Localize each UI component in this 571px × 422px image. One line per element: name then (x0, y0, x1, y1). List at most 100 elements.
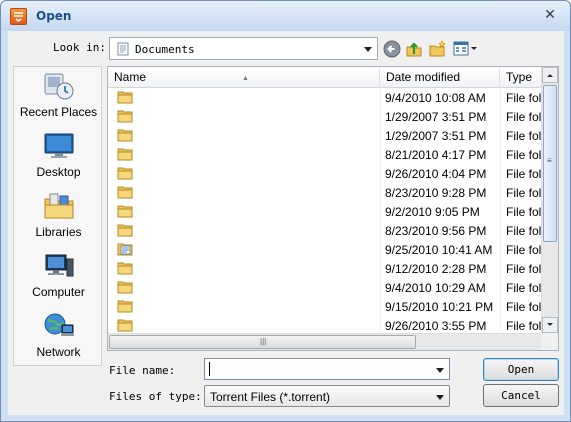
back-icon[interactable] (383, 40, 401, 58)
table-row[interactable]: 9/4/2010 10:08 AM File folder (108, 88, 541, 107)
look-in-label: Look in: (53, 41, 106, 54)
folder-icon (117, 147, 133, 161)
file-name-label: File name: (109, 364, 176, 377)
file-list[interactable]: Name ▲ Date modified Type 9/4/2010 10:08… (107, 66, 559, 351)
desktop-icon (44, 133, 74, 158)
places-bar: Recent Places Desktop Libraries Computer… (13, 66, 102, 366)
sort-ascending-icon: ▲ (242, 75, 249, 82)
scroll-corner (541, 333, 558, 350)
documents-icon (117, 42, 129, 56)
title-bar[interactable]: Open ✕ (1, 1, 570, 31)
column-header-name[interactable]: Name ▲ (108, 67, 380, 88)
type-cell: File folder (506, 110, 541, 124)
folder-icon (117, 128, 133, 142)
table-row[interactable]: 9/26/2010 4:04 PM File folder (108, 164, 541, 183)
place-recent-places[interactable]: Recent Places (14, 67, 103, 125)
type-cell: File folder (506, 167, 541, 181)
computer-icon (45, 254, 74, 277)
date-modified-cell: 8/23/2010 9:28 PM (385, 186, 487, 200)
date-modified-cell: 8/23/2010 9:56 PM (385, 224, 487, 238)
chevron-down-icon[interactable] (436, 395, 444, 400)
place-desktop[interactable]: Desktop (14, 127, 103, 185)
place-computer[interactable]: Computer (14, 247, 103, 305)
file-name-input[interactable] (207, 360, 429, 378)
place-label: Desktop (36, 165, 81, 179)
date-modified-cell: 8/21/2010 4:17 PM (385, 148, 487, 162)
file-name-field[interactable] (204, 358, 450, 380)
folder-icon (117, 318, 133, 332)
app-icon (10, 8, 27, 25)
type-cell: File folder (506, 148, 541, 162)
type-cell: File folder (506, 91, 541, 105)
folder-icon (117, 90, 133, 104)
date-modified-cell: 9/26/2010 4:04 PM (385, 167, 487, 181)
folder-icon (117, 166, 133, 180)
look-in-value: Documents (135, 43, 195, 56)
table-row[interactable]: 9/4/2010 10:29 AM File folder (108, 278, 541, 297)
view-menu-icon[interactable] (453, 40, 479, 58)
type-cell: File folder (506, 262, 541, 276)
network-icon (44, 313, 74, 336)
file-type-value: Torrent Files (*.torrent) (210, 390, 331, 404)
up-folder-icon[interactable] (405, 40, 423, 58)
scroll-up-button[interactable] (542, 67, 558, 83)
type-cell: File folder (506, 319, 541, 333)
table-row[interactable]: 8/21/2010 4:17 PM File folder (108, 145, 541, 164)
date-modified-cell: 9/4/2010 10:29 AM (385, 281, 486, 295)
column-header-type[interactable]: Type (500, 67, 541, 88)
scroll-thumb[interactable]: ||| (109, 335, 416, 349)
date-modified-cell: 9/12/2010 2:28 PM (385, 262, 487, 276)
table-row[interactable]: 1/29/2007 3:51 PM File folder (108, 107, 541, 126)
open-dialog: Open ✕ Look in: Documents Recent Places … (0, 0, 571, 422)
place-libraries[interactable]: Libraries (14, 187, 103, 245)
table-row[interactable]: 9/25/2010 10:41 AM File folder (108, 240, 541, 259)
column-header-row: Name ▲ Date modified Type (108, 67, 541, 88)
folder-icon (117, 280, 133, 294)
type-cell: File folder (506, 186, 541, 200)
folder-icon (117, 185, 133, 199)
open-button[interactable]: Open (483, 358, 559, 381)
date-modified-cell: 9/26/2010 3:55 PM (385, 319, 487, 333)
cancel-button[interactable]: Cancel (483, 384, 559, 407)
scroll-down-button[interactable] (542, 317, 558, 333)
table-row[interactable]: 1/29/2007 3:51 PM File folder (108, 126, 541, 145)
horizontal-scrollbar[interactable]: ||| (108, 333, 541, 350)
date-modified-cell: 1/29/2007 3:51 PM (385, 110, 487, 124)
place-label: Libraries (35, 225, 82, 239)
date-modified-cell: 9/4/2010 10:08 AM (385, 91, 486, 105)
place-label: Recent Places (19, 105, 98, 119)
new-folder-icon[interactable] (429, 40, 447, 58)
table-row[interactable]: 9/12/2010 2:28 PM File folder (108, 259, 541, 278)
look-in-dropdown[interactable]: Documents (109, 37, 378, 60)
type-cell: File folder (506, 300, 541, 314)
file-type-dropdown[interactable]: Torrent Files (*.torrent) (204, 385, 450, 407)
table-row[interactable]: 9/15/2010 10:21 PM File folder (108, 297, 541, 316)
file-rows: 9/4/2010 10:08 AM File folder 1/29/2007 3:… (108, 88, 541, 335)
scroll-thumb[interactable]: ≡ (543, 85, 557, 242)
vertical-scrollbar[interactable]: ≡ (541, 67, 558, 335)
recent-places-icon (44, 73, 74, 100)
window-title: Open (36, 9, 72, 23)
column-header-date[interactable]: Date modified (380, 67, 500, 88)
table-row[interactable]: 9/2/2010 9:05 PM File folder (108, 202, 541, 221)
type-cell: File folder (506, 205, 541, 219)
folder-icon (117, 261, 133, 275)
chevron-down-icon[interactable] (436, 368, 444, 373)
libraries-icon (44, 193, 74, 219)
folder-icon (117, 223, 133, 237)
chevron-down-icon[interactable] (364, 47, 372, 52)
date-modified-cell: 9/15/2010 10:21 PM (385, 300, 494, 314)
folder-icon (117, 204, 133, 218)
table-row[interactable]: 8/23/2010 9:56 PM File folder (108, 221, 541, 240)
file-type-label: Files of type: (109, 390, 202, 403)
type-cell: File folder (506, 224, 541, 238)
close-icon[interactable]: ✕ (542, 7, 558, 23)
dialog-body: Look in: Documents Recent Places Desktop… (8, 31, 564, 415)
place-network[interactable]: Network (14, 307, 103, 365)
place-label: Computer (32, 285, 85, 299)
date-modified-cell: 9/2/2010 9:05 PM (385, 205, 480, 219)
folder-icon (117, 299, 133, 313)
date-modified-cell: 9/25/2010 10:41 AM (385, 243, 493, 257)
table-row[interactable]: 8/23/2010 9:28 PM File folder (108, 183, 541, 202)
folder-icon (117, 109, 133, 123)
